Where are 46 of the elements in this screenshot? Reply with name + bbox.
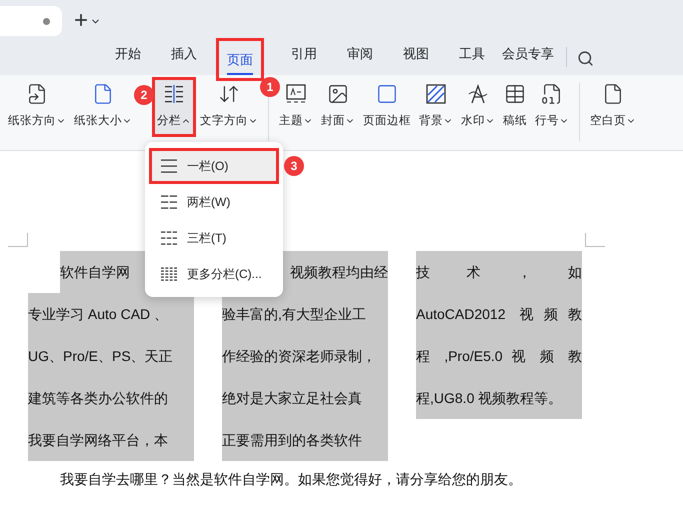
ribbon-button[interactable]: 分栏 (152, 77, 196, 137)
menu-item-label: 一栏(O) (187, 158, 228, 174)
columns-icon (163, 83, 185, 105)
ribbon-button[interactable]: 稿纸 (499, 77, 531, 137)
ribbon-button[interactable]: 空白页 (586, 77, 640, 137)
page-rotate-icon (26, 83, 48, 105)
new-tab-button[interactable]: + (74, 9, 102, 33)
crop-mark (8, 233, 28, 247)
ribbon-button[interactable]: 水印 (457, 77, 499, 137)
menu-item[interactable]: 两栏(W) (149, 184, 279, 220)
picture-page-icon (327, 83, 349, 105)
search-icon[interactable] (577, 50, 594, 67)
columns-icon (161, 267, 177, 281)
blank-page-icon (602, 83, 624, 105)
page-size-icon (92, 83, 114, 105)
columns-icon (161, 159, 177, 173)
text-direction-icon (218, 83, 240, 105)
ribbon-button[interactable]: 纸张大小 (70, 77, 136, 137)
line-number-icon (541, 83, 563, 105)
columns-icon (161, 231, 177, 245)
step-badge: 2 (134, 85, 154, 105)
ribbon-tab[interactable]: 页面 (216, 38, 264, 81)
menu-item-label: 两栏(W) (187, 194, 230, 210)
ribbon-button[interactable]: 封面 (317, 77, 359, 137)
theme-icon (285, 83, 307, 105)
ribbon-tab[interactable]: 视图 (401, 45, 431, 75)
ribbon-button[interactable]: 页面边框 (359, 77, 415, 137)
ribbon-tab[interactable]: 审阅 (345, 45, 375, 75)
paragraph: 我要自学去哪里？当然是软件自学网。如果您觉得好，请分享给您的朋友。 (60, 471, 523, 489)
ribbon-tab[interactable]: 会员专享 (500, 45, 556, 75)
ribbon-button[interactable]: 背景 (415, 77, 457, 137)
step-badge: 3 (284, 156, 304, 176)
background-icon (425, 83, 447, 105)
ribbon-tab[interactable]: 开始 (113, 45, 143, 75)
ribbon-button[interactable]: 纸张方向 (4, 77, 70, 137)
menu-item-label: 三栏(T) (187, 230, 226, 246)
grid-paper-icon (504, 83, 526, 105)
ribbon-tab[interactable]: 插入 (169, 45, 199, 75)
watermark-icon (467, 83, 489, 105)
ribbon-tab[interactable]: 引用 (289, 45, 319, 75)
ribbon-tab[interactable]: 工具 (457, 45, 487, 75)
columns-icon (161, 195, 177, 209)
menu-item[interactable]: 一栏(O) (149, 148, 279, 184)
crop-mark (585, 233, 605, 247)
ribbon-button[interactable]: 行号 (531, 77, 573, 137)
page-border-icon (376, 83, 398, 105)
